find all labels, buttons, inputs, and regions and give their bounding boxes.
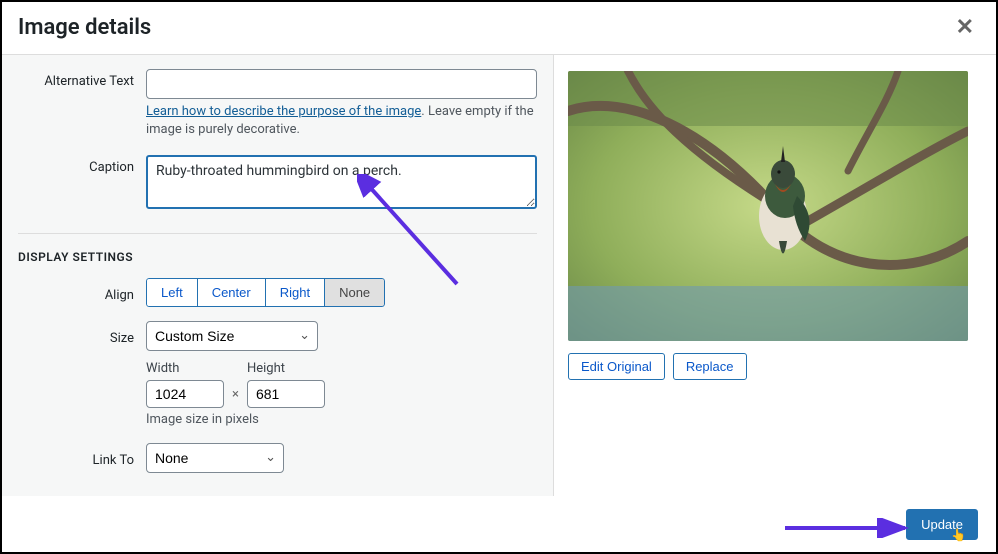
- dialog-header: Image details ✕: [2, 2, 996, 55]
- link-to-label: Link To: [18, 448, 146, 468]
- alt-text-label: Alternative Text: [18, 69, 146, 89]
- caption-input[interactable]: [146, 155, 537, 209]
- dialog-footer: Update: [2, 496, 996, 552]
- size-note: Image size in pixels: [146, 412, 537, 427]
- alt-help-link[interactable]: Learn how to describe the purpose of the…: [146, 104, 421, 119]
- close-button[interactable]: ✕: [950, 14, 980, 40]
- size-select[interactable]: Custom Size: [146, 321, 318, 351]
- align-segmented: Left Center Right None: [146, 278, 385, 307]
- image-details-dialog: Image details ✕ Alternative Text Learn h…: [0, 0, 998, 554]
- display-settings-heading: DISPLAY SETTINGS: [18, 250, 537, 264]
- link-to-select[interactable]: None: [146, 443, 284, 473]
- caption-label: Caption: [18, 155, 146, 175]
- width-label: Width: [146, 361, 224, 376]
- align-label: Align: [18, 283, 146, 303]
- alt-text-input[interactable]: [146, 69, 537, 99]
- image-preview: [568, 71, 968, 341]
- dialog-title: Image details: [18, 15, 151, 40]
- update-button[interactable]: Update: [906, 509, 978, 540]
- divider: [18, 233, 537, 234]
- align-none-button[interactable]: None: [324, 278, 385, 307]
- preview-panel: Edit Original Replace: [554, 55, 996, 496]
- edit-original-button[interactable]: Edit Original: [568, 353, 665, 380]
- height-label: Height: [247, 361, 325, 376]
- align-right-button[interactable]: Right: [265, 278, 325, 307]
- replace-button[interactable]: Replace: [673, 353, 747, 380]
- times-symbol: ×: [232, 368, 239, 402]
- dimension-fields: Width × Height: [146, 361, 537, 408]
- close-icon: ✕: [956, 14, 974, 39]
- alt-text-help: Learn how to describe the purpose of the…: [146, 99, 537, 149]
- align-center-button[interactable]: Center: [197, 278, 266, 307]
- form-panel: Alternative Text Learn how to describe t…: [2, 55, 554, 496]
- height-input[interactable]: [247, 380, 325, 408]
- size-label: Size: [18, 326, 146, 346]
- width-input[interactable]: [146, 380, 224, 408]
- align-left-button[interactable]: Left: [146, 278, 198, 307]
